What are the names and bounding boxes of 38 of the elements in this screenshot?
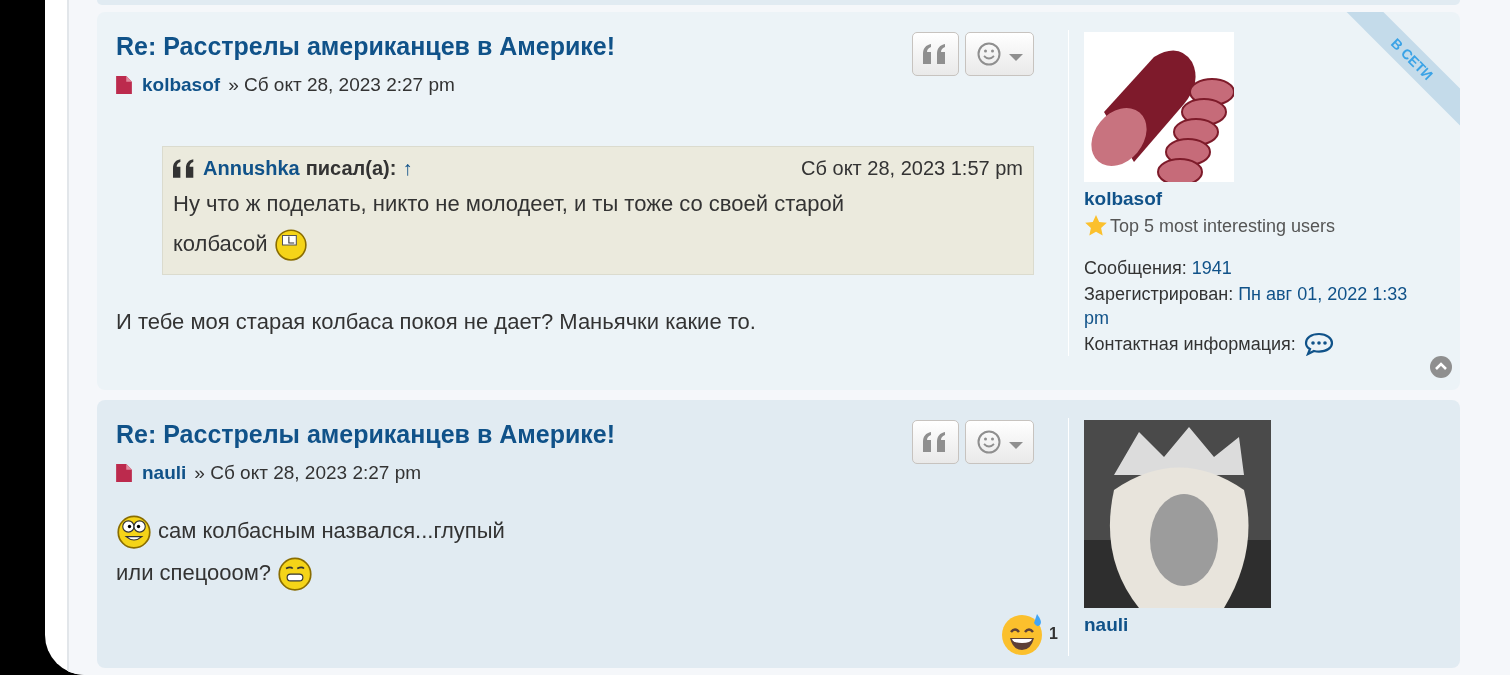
crazy-smiley-icon	[116, 513, 152, 549]
quote-text: Ну что ж поделать, никто не молодеет, и ты тоже со своей старой	[173, 190, 844, 218]
clock-smiley-icon	[273, 227, 308, 261]
document-icon[interactable]	[116, 464, 132, 482]
profile-field: Зарегистрирован: Пн авг 01, 2022 1:33 pm	[1084, 282, 1424, 330]
chat-bubble-icon[interactable]	[1303, 332, 1334, 356]
caret-icon	[1008, 441, 1023, 449]
author-link[interactable]: nauli	[142, 462, 187, 484]
quote-wrote-label: писал(а):	[305, 157, 397, 180]
smiley-icon	[976, 42, 1001, 66]
post-text: И тебе моя старая колбаса покоя не дает? Маньячки какие то.	[116, 308, 756, 336]
reaction-button[interactable]	[965, 420, 1034, 464]
grin-smiley-icon	[277, 555, 314, 591]
document-icon[interactable]	[116, 76, 132, 94]
username-link[interactable]: nauli	[1084, 614, 1129, 636]
quote-author-link[interactable]: Annushka	[203, 157, 300, 180]
star-icon	[1084, 214, 1108, 238]
jump-link[interactable]: ↑	[402, 157, 413, 180]
post-date: » Сб окт 28, 2023 2:27 pm	[228, 74, 455, 96]
quote-button[interactable]	[912, 32, 959, 76]
profile-field-label: Контактная информация:	[1084, 333, 1296, 356]
post-text: или спецооом?	[116, 559, 272, 587]
rank-title: Top 5 most interesting users	[1110, 215, 1336, 237]
smiley-icon	[976, 430, 1001, 454]
profile-field: Сообщения: 1941	[1084, 256, 1232, 280]
username-link[interactable]: kolbasof	[1084, 188, 1163, 210]
author-link[interactable]: kolbasof	[142, 74, 221, 96]
post-date: » Сб окт 28, 2023 2:27 pm	[194, 462, 422, 484]
post-title[interactable]: Re: Расстрелы американцев в Америке!	[116, 418, 616, 450]
quote-text: колбасой	[173, 230, 268, 258]
post-title[interactable]: Re: Расстрелы американцев в Америке!	[116, 30, 616, 62]
post-text: сам колбасным назвался...глупый	[158, 517, 505, 545]
reaction-button[interactable]	[965, 32, 1034, 76]
caret-icon	[1008, 53, 1023, 61]
reaction-count: 1	[1049, 625, 1058, 643]
back-to-top-icon[interactable]	[1430, 356, 1452, 378]
quote-button[interactable]	[912, 420, 959, 464]
quote-date: Сб окт 28, 2023 1:57 pm	[801, 157, 1023, 180]
